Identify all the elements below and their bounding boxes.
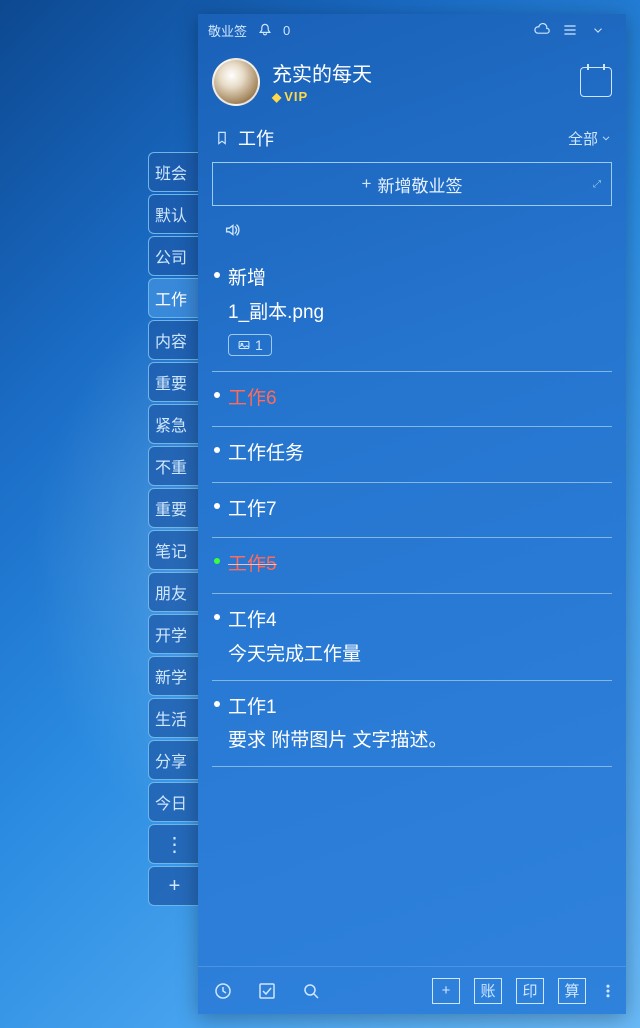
sidebar-tab[interactable]: 工作 — [148, 278, 200, 318]
note-title: 工作任务 — [228, 441, 606, 468]
note-subtext: 1_副本.png — [228, 297, 606, 324]
note-title: 工作5 — [228, 552, 606, 579]
avatar[interactable] — [212, 58, 260, 106]
sidebar-tab[interactable]: 朋友 — [148, 572, 200, 612]
main-panel: 敬业签 0 充实的每天 VIP 工作 全部 — [198, 14, 626, 1014]
search-icon[interactable] — [296, 976, 326, 1006]
sidebar-tab[interactable]: 生活 — [148, 698, 200, 738]
sidebar-tab[interactable]: 内容 — [148, 320, 200, 360]
sidebar-tab[interactable]: 班会 — [148, 152, 200, 192]
vip-badge: VIP — [272, 89, 308, 104]
category-tabs-column: 班会默认公司工作内容重要紧急不重重要笔记朋友开学新学生活分享今日⋮+ — [148, 152, 200, 906]
menu-icon[interactable] — [560, 20, 580, 40]
note-item[interactable]: 工作6 — [212, 372, 612, 428]
note-title: 工作4 — [228, 608, 606, 635]
category-name: 工作 — [238, 125, 274, 151]
sidebar-tab[interactable]: 公司 — [148, 236, 200, 276]
sidebar-tab[interactable]: 分享 — [148, 740, 200, 780]
note-item[interactable]: 新增 1_副本.png 1 — [212, 252, 612, 372]
attachment-badge[interactable]: 1 — [228, 334, 272, 356]
cloud-sync-icon[interactable] — [532, 20, 552, 40]
profile-text: 充实的每天 VIP — [272, 58, 580, 106]
calendar-icon[interactable] — [580, 67, 612, 97]
add-square-button[interactable]: + — [432, 978, 460, 1004]
sound-row — [198, 216, 626, 252]
checkbox-icon[interactable] — [252, 976, 282, 1006]
note-title: 新增 — [228, 266, 606, 293]
more-vertical-icon[interactable] — [600, 976, 616, 1006]
app-name-label: 敬业签 — [208, 21, 247, 40]
note-subtext: 要求 附带图片 文字描述。 — [228, 725, 606, 752]
sidebar-tab[interactable]: 紧急 — [148, 404, 200, 444]
sidebar-tab[interactable]: 重要 — [148, 488, 200, 528]
sidebar-tab[interactable]: 默认 — [148, 194, 200, 234]
note-item[interactable]: 工作任务 — [212, 427, 612, 483]
bell-icon[interactable] — [255, 20, 275, 40]
sidebar-more-button[interactable]: ⋮ — [148, 824, 200, 864]
bottom-bar: + 账 印 算 — [198, 966, 626, 1014]
sidebar-tab[interactable]: 笔记 — [148, 530, 200, 570]
note-title: 工作7 — [228, 497, 606, 524]
add-note-button[interactable]: + 新增敬业签 ⤢ — [212, 162, 612, 206]
note-item[interactable]: 工作4 今天完成工作量 — [212, 594, 612, 681]
sidebar-add-button[interactable]: + — [148, 866, 200, 906]
title-bar: 敬业签 0 — [198, 14, 626, 46]
sidebar-tab[interactable]: 不重 — [148, 446, 200, 486]
note-title: 工作1 — [228, 695, 606, 722]
bookmark-icon — [212, 128, 232, 148]
chevron-down-icon[interactable] — [588, 20, 608, 40]
plus-icon: + — [362, 174, 372, 194]
sidebar-tab[interactable]: 重要 — [148, 362, 200, 402]
note-item[interactable]: 工作5 — [212, 538, 612, 594]
account-button[interactable]: 账 — [474, 978, 502, 1004]
category-row: 工作 全部 — [198, 118, 626, 158]
print-button[interactable]: 印 — [516, 978, 544, 1004]
filter-dropdown[interactable]: 全部 — [568, 128, 612, 149]
sidebar-tab[interactable]: 开学 — [148, 614, 200, 654]
sidebar-tab[interactable]: 今日 — [148, 782, 200, 822]
username-label: 充实的每天 — [272, 58, 580, 87]
note-subtext: 今天完成工作量 — [228, 639, 606, 666]
sidebar-tab[interactable]: 新学 — [148, 656, 200, 696]
expand-icon: ⤢ — [593, 179, 601, 190]
notification-count: 0 — [283, 23, 290, 38]
note-item[interactable]: 工作7 — [212, 483, 612, 539]
clock-icon[interactable] — [208, 976, 238, 1006]
calc-button[interactable]: 算 — [558, 978, 586, 1004]
note-title: 工作6 — [228, 386, 606, 413]
note-item[interactable]: 工作1 要求 附带图片 文字描述。 — [212, 681, 612, 768]
speaker-icon[interactable] — [222, 220, 242, 240]
profile-row: 充实的每天 VIP — [198, 46, 626, 118]
notes-list: 新增 1_副本.png 1 工作6 工作任务工作7 工作5 工作4 今天完成工作量工作1 要求 … — [198, 252, 626, 966]
